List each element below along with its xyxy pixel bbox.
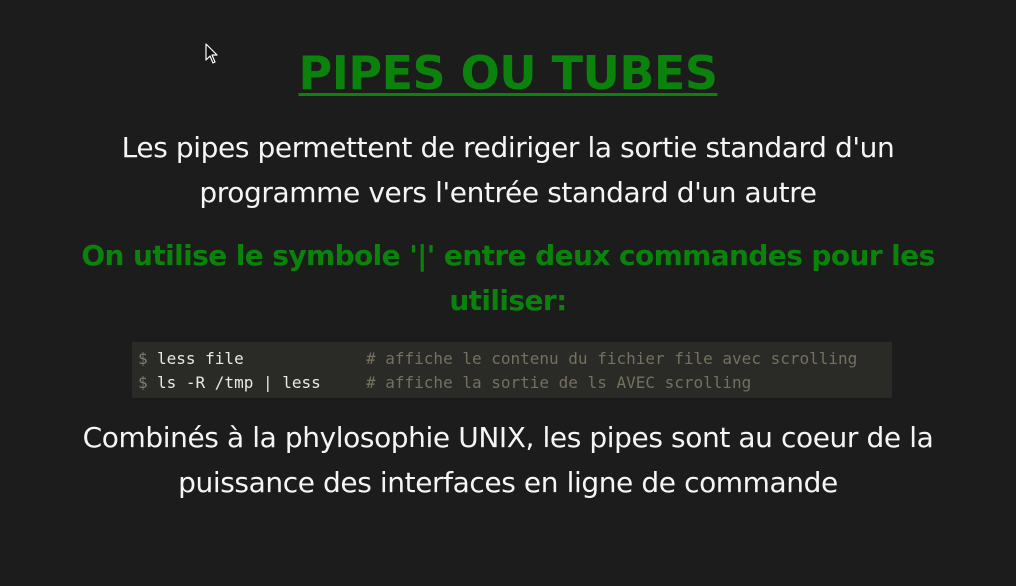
outro-text: Combinés à la phylosophie UNIX, les pipe… bbox=[82, 421, 934, 499]
code-comment: # affiche la sortie de ls AVEC scrolling bbox=[366, 373, 752, 392]
code-line: $ less file # affiche le contenu du fich… bbox=[138, 347, 892, 371]
code-line: $ ls -R /tmp | less # affiche la sortie … bbox=[138, 371, 892, 395]
intro-text: Les pipes permettent de rediriger la sor… bbox=[121, 131, 895, 209]
emphasis-text: On utilise le symbole '|' entre deux com… bbox=[81, 239, 935, 317]
code-comment: # affiche le contenu du fichier file ave… bbox=[366, 349, 858, 368]
code-block: $ less file # affiche le contenu du fich… bbox=[132, 342, 892, 398]
code-command: ls -R /tmp | less bbox=[157, 373, 321, 392]
code-command: less file bbox=[157, 349, 244, 368]
slide-title: PIPES OU TUBES bbox=[298, 46, 718, 100]
slide: PIPES OU TUBES Les pipes permettent de r… bbox=[0, 0, 1016, 586]
code-prompt: $ bbox=[138, 373, 148, 392]
code-prompt: $ bbox=[138, 349, 148, 368]
